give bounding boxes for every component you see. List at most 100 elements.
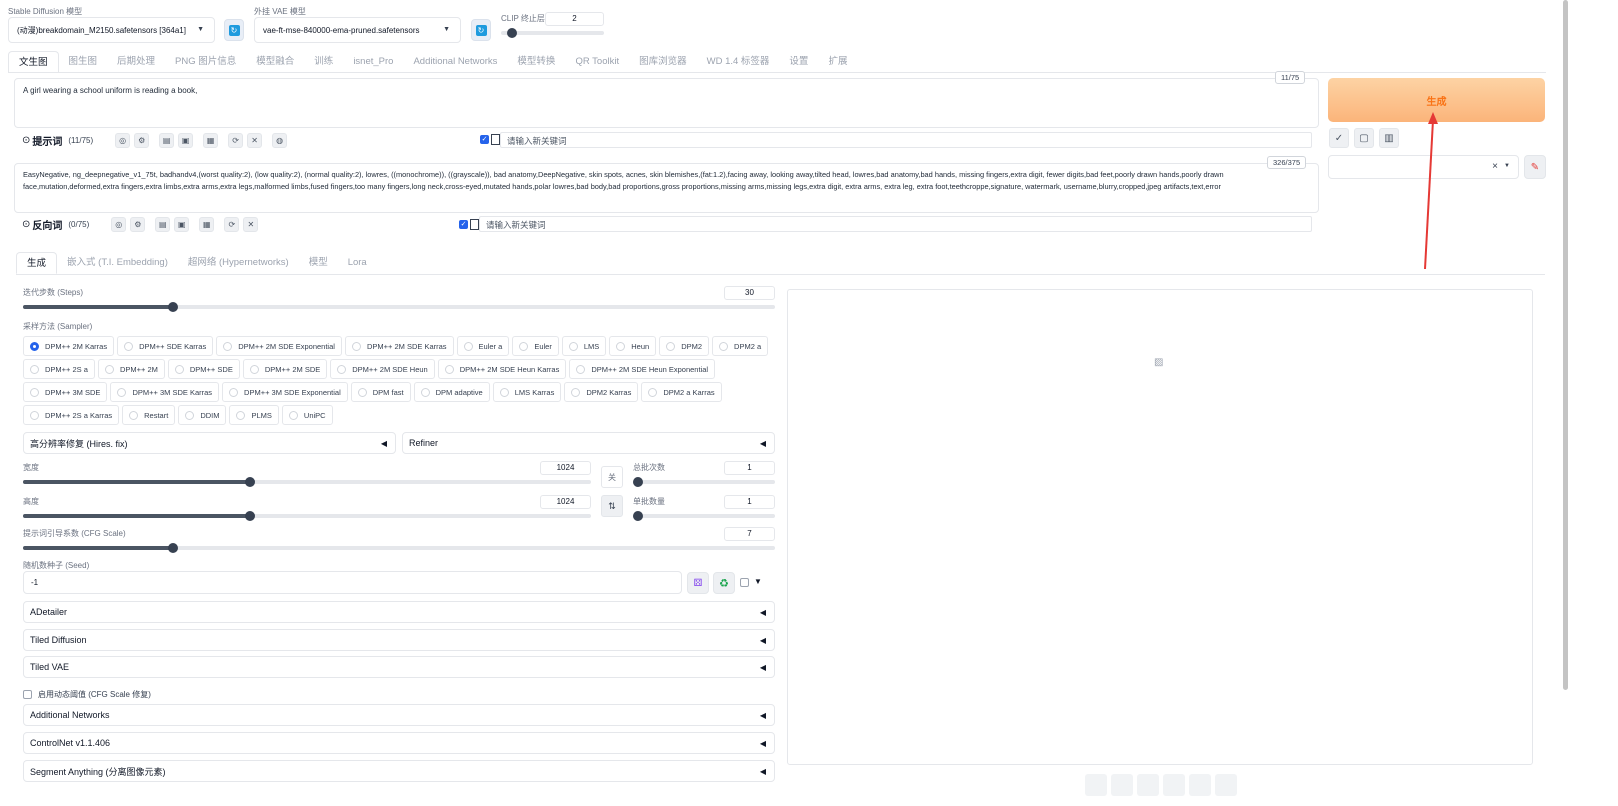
sampler-option-ddim[interactable]: DDIM bbox=[178, 405, 227, 425]
copy-icon[interactable]: ▦ bbox=[199, 217, 215, 232]
sampler-option-dpm-2m-sde-heun[interactable]: DPM++ 2M SDE Heun bbox=[330, 359, 435, 379]
globe-icon[interactable]: ◍ bbox=[272, 133, 288, 148]
slider-knob[interactable] bbox=[633, 477, 643, 487]
sampler-option-dpm-sde-karras[interactable]: DPM++ SDE Karras bbox=[117, 336, 214, 356]
prompt-keyword-input[interactable]: 请输入新关键词 bbox=[500, 132, 1312, 148]
sampler-option-dpm-3m-sde-exponential[interactable]: DPM++ 3M SDE Exponential bbox=[222, 382, 348, 402]
random-seed-button[interactable]: ⚄ bbox=[687, 572, 709, 594]
dynamic-threshold-checkbox[interactable]: 启用动态阈值 (CFG Scale 修复) bbox=[23, 689, 151, 700]
copy-style-icon[interactable]: ▢ bbox=[1354, 128, 1374, 148]
tab-4[interactable]: PNG 图片信息 bbox=[165, 51, 246, 73]
collapse-icon[interactable]: ⊙ bbox=[22, 135, 30, 146]
subtab-1[interactable]: 生成 bbox=[16, 252, 58, 274]
slider-knob[interactable] bbox=[507, 28, 517, 38]
gallery-button[interactable] bbox=[1163, 774, 1185, 796]
tab-14[interactable]: 扩展 bbox=[818, 51, 857, 73]
sampler-option-lms-karras[interactable]: LMS Karras bbox=[492, 382, 562, 402]
negative-keyword-input[interactable]: 请输入新关键词 bbox=[479, 216, 1312, 232]
gallery-button[interactable] bbox=[1189, 774, 1211, 796]
delete-style-icon[interactable]: ▥ bbox=[1379, 128, 1399, 148]
sampler-option-dpm-2m-sde-karras[interactable]: DPM++ 2M SDE Karras bbox=[344, 336, 454, 356]
tab-11[interactable]: 图库浏览器 bbox=[629, 51, 697, 73]
sampler-option-euler-a[interactable]: Euler a bbox=[456, 336, 510, 356]
tab-10[interactable]: QR Toolkit bbox=[565, 51, 629, 73]
sampler-option-dpm-3m-sde-karras[interactable]: DPM++ 3M SDE Karras bbox=[110, 382, 220, 402]
slider-knob[interactable] bbox=[245, 477, 256, 487]
subtab-5[interactable]: Lora bbox=[338, 252, 377, 274]
tab-9[interactable]: 模型转换 bbox=[507, 51, 565, 73]
negative-textarea[interactable]: EasyNegative, ng_deepnegative_v1_75t, ba… bbox=[14, 163, 1319, 213]
refresh-model-button[interactable]: ↻ bbox=[224, 19, 244, 41]
sampler-option-dpm-fast[interactable]: DPM fast bbox=[350, 382, 411, 402]
output-gallery[interactable]: ▨ bbox=[787, 289, 1533, 765]
swap-dimensions-button[interactable]: ⇅ bbox=[601, 495, 623, 517]
refiner-accordion[interactable]: Refiner ◀ bbox=[402, 432, 775, 454]
sampler-option-dpm-adaptive[interactable]: DPM adaptive bbox=[413, 382, 490, 402]
page-scrollbar[interactable] bbox=[1563, 0, 1568, 690]
tab-8[interactable]: Additional Networks bbox=[403, 51, 507, 73]
chevron-down-icon[interactable]: ▼ bbox=[1504, 163, 1510, 169]
aspect-lock-button[interactable]: 关 bbox=[601, 466, 623, 488]
model-select[interactable]: (动漫)breakdomain_M2150.safetensors [364a1… bbox=[8, 17, 215, 43]
accordion-tiled-diffusion[interactable]: Tiled Diffusion ◀ bbox=[23, 628, 775, 651]
hires-fix-accordion[interactable]: 高分辨率修复 (Hires. fix) ◀ bbox=[23, 432, 396, 454]
reuse-seed-button[interactable]: ♻ bbox=[713, 572, 735, 594]
save-icon[interactable]: ▣ bbox=[178, 133, 194, 148]
tab-5[interactable]: 模型融合 bbox=[246, 51, 304, 73]
history-icon[interactable]: ▤ bbox=[155, 217, 171, 232]
width-value[interactable]: 1024 bbox=[540, 461, 591, 475]
tab-12[interactable]: WD 1.4 标签器 bbox=[697, 51, 780, 73]
batch-count-value[interactable]: 1 bbox=[724, 461, 775, 475]
slider-knob[interactable] bbox=[168, 302, 179, 312]
sampler-option-dpm-2s-a[interactable]: DPM++ 2S a bbox=[23, 359, 95, 379]
seed-input[interactable]: -1 bbox=[23, 571, 682, 594]
steps-slider[interactable] bbox=[23, 302, 775, 312]
batch-count-slider[interactable] bbox=[633, 477, 775, 487]
batch-size-slider[interactable] bbox=[633, 511, 775, 521]
history-icon[interactable]: ▤ bbox=[159, 133, 175, 148]
trash-icon[interactable]: ✕ bbox=[243, 217, 259, 232]
gallery-button[interactable] bbox=[1215, 774, 1237, 796]
tab-13[interactable]: 设置 bbox=[779, 51, 818, 73]
sampler-option-dpm-sde[interactable]: DPM++ SDE bbox=[167, 359, 240, 379]
tab-3[interactable]: 后期处理 bbox=[107, 51, 165, 73]
slider-knob[interactable] bbox=[168, 543, 179, 553]
tab-1[interactable]: 文生图 bbox=[8, 51, 59, 73]
clip-value[interactable]: 2 bbox=[545, 12, 604, 26]
random-icon[interactable]: ⟳ bbox=[228, 133, 244, 148]
translate-icon[interactable]: ◎ bbox=[111, 217, 127, 232]
cfg-value[interactable]: 7 bbox=[724, 527, 775, 541]
sampler-option-plms[interactable]: PLMS bbox=[229, 405, 279, 425]
sampler-option-dpm2[interactable]: DPM2 bbox=[659, 336, 710, 356]
steps-value[interactable]: 30 bbox=[724, 286, 775, 300]
batch-size-value[interactable]: 1 bbox=[724, 495, 775, 509]
extra-seed-checkbox[interactable] bbox=[740, 578, 749, 587]
extra-seed-triangle-icon[interactable]: ▼ bbox=[754, 577, 762, 586]
sampler-option-euler[interactable]: Euler bbox=[512, 336, 559, 356]
apply-style-icon[interactable]: ✓ bbox=[1329, 128, 1349, 148]
gallery-button[interactable] bbox=[1137, 774, 1159, 796]
sampler-option-dpm-2s-a-karras[interactable]: DPM++ 2S a Karras bbox=[23, 405, 120, 425]
sampler-option-dpm-2m-karras[interactable]: DPM++ 2M Karras bbox=[23, 336, 115, 356]
settings-icon[interactable]: ⚙ bbox=[130, 217, 146, 232]
sampler-option-dpm-2m-sde-heun-karras[interactable]: DPM++ 2M SDE Heun Karras bbox=[437, 359, 567, 379]
sampler-option-restart[interactable]: Restart bbox=[122, 405, 176, 425]
accordion-adetailer[interactable]: ADetailer ◀ bbox=[23, 601, 775, 623]
accordion-controlnet-v1-1-406[interactable]: ControlNet v1.1.406 ◀ bbox=[23, 732, 775, 754]
sampler-option-dpm-2m-sde-heun-exponential[interactable]: DPM++ 2M SDE Heun Exponential bbox=[569, 359, 716, 379]
sampler-option-heun[interactable]: Heun bbox=[609, 336, 657, 356]
slider-knob[interactable] bbox=[633, 511, 643, 521]
gallery-button[interactable] bbox=[1111, 774, 1133, 796]
translate-icon[interactable]: ◎ bbox=[115, 133, 131, 148]
slider-knob[interactable] bbox=[245, 511, 256, 521]
vae-select[interactable]: vae-ft-mse-840000-ema-pruned.safetensors… bbox=[254, 17, 461, 43]
sampler-option-dpm-2m[interactable]: DPM++ 2M bbox=[97, 359, 165, 379]
cfg-slider[interactable] bbox=[23, 543, 775, 553]
sampler-option-dpm-2m-sde-exponential[interactable]: DPM++ 2M SDE Exponential bbox=[216, 336, 342, 356]
edit-style-button[interactable]: ✎ bbox=[1524, 155, 1546, 179]
sampler-option-dpm2-a-karras[interactable]: DPM2 a Karras bbox=[641, 382, 722, 402]
sampler-option-dpm-2m-sde[interactable]: DPM++ 2M SDE bbox=[242, 359, 328, 379]
save-icon[interactable]: ▣ bbox=[174, 217, 190, 232]
settings-icon[interactable]: ⚙ bbox=[134, 133, 150, 148]
sampler-option-dpm2-karras[interactable]: DPM2 Karras bbox=[564, 382, 639, 402]
